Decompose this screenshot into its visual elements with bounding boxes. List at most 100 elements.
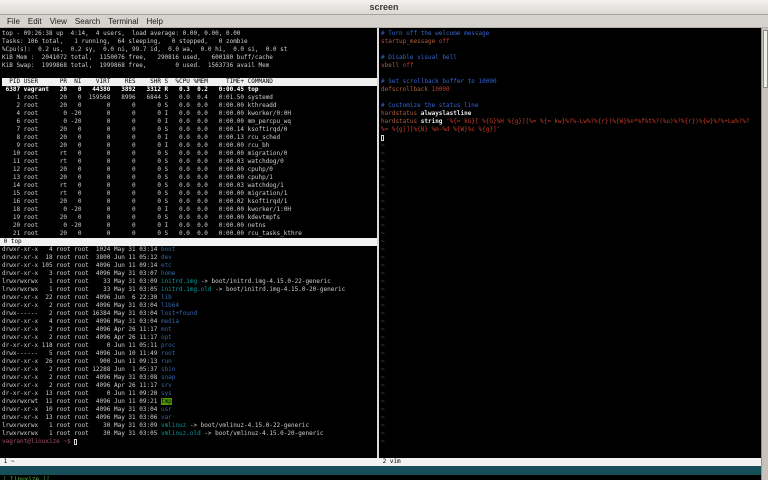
term-line: hardstatus string '%{= kG}[ %{G}%H %{g}]… <box>381 118 761 126</box>
term-line: 21 root 20 0 0 0 0 S 0.0 0.0 0:00.00 rcu… <box>2 230 377 238</box>
term-line: 10 root rt 0 0 0 0 S 0.0 0.0 0:00.00 mig… <box>2 150 377 158</box>
term-line: 2 root 20 0 0 0 0 S 0.0 0.0 0:00.00 kthr… <box>2 102 377 110</box>
term-line: drwx------ 2 root root 16384 May 31 03:0… <box>2 310 377 318</box>
term-line: 4 root 0 -20 0 0 0 I 0.0 0.0 0:00.00 kwo… <box>2 110 377 118</box>
term-line: drwxrwxrwt 11 root root 4096 Jun 11 09:2… <box>2 398 377 406</box>
term-line: lrwxrwxrwx 1 root root 33 May 31 03:09 i… <box>2 278 377 286</box>
term-line: drwxr-xr-x 26 root root 900 Jun 11 09:13… <box>2 358 377 366</box>
term-line: drwxr-xr-x 4 root root 1024 May 31 03:14… <box>2 246 377 254</box>
term-line: drwxr-xr-x 2 root root 4096 Apr 26 11:17… <box>2 382 377 390</box>
scrollbar[interactable] <box>761 28 768 480</box>
term-line: 1 root 20 0 159568 8996 6844 S 0.0 0.4 0… <box>2 94 377 102</box>
term-line: dr-xr-xr-x 118 root root 0 Jun 11 05:11 … <box>2 342 377 350</box>
term-line: ~ <box>381 350 761 358</box>
term-line: defscrollback 10000 <box>381 86 761 94</box>
term-line: drwxr-xr-x 105 root root 4096 Jun 11 09:… <box>2 262 377 270</box>
term-line: ~ <box>381 270 761 278</box>
term-line: KiB Mem : 2041072 total, 1150076 free, 2… <box>2 54 377 62</box>
menu-item-file[interactable]: File <box>3 15 24 28</box>
term-line: ~ <box>381 342 761 350</box>
pane-top-command[interactable]: top - 09:26:38 up 4:14, 4 users, load av… <box>2 30 377 238</box>
pane-shell[interactable]: drwxr-xr-x 4 root root 1024 May 31 03:14… <box>2 246 377 456</box>
term-line: 6 root 0 -20 0 0 0 I 0.0 0.0 0:00.00 mm_… <box>2 118 377 126</box>
term-line: ~ <box>381 206 761 214</box>
split-divider <box>377 28 379 458</box>
term-line: # Customize the status line <box>381 102 761 110</box>
term-line: drwxr-xr-x 2 root root 4096 Apr 26 11:17… <box>2 334 377 342</box>
term-line: ~ <box>381 158 761 166</box>
term-line: lrwxrwxrwx 1 root root 33 May 31 03:05 i… <box>2 286 377 294</box>
term-line: ~ <box>381 142 761 150</box>
term-line: ~ <box>381 278 761 286</box>
term-line: # Disable visual bell <box>381 54 761 62</box>
pane-vim[interactable]: # Turn off the welcome messagestartup_me… <box>381 30 761 456</box>
term-line: drwxr-xr-x 13 root root 4096 May 31 03:0… <box>2 414 377 422</box>
term-line: ~ <box>381 286 761 294</box>
term-line: dr-xr-xr-x 13 root root 0 Jun 11 09:20 s… <box>2 390 377 398</box>
term-line: ~ <box>381 294 761 302</box>
top-process-table: 6387 vagrant 20 0 44380 3892 3312 R 0.3 … <box>2 86 377 238</box>
term-line: 18 root 0 -20 0 0 0 I 0.0 0.0 0:00.00 kw… <box>2 206 377 214</box>
term-line: ~ <box>381 430 761 438</box>
screen-status-bar: [ linuxize ][ 0$ top 1$ ~ (2*$vim) ][ 06… <box>0 466 761 475</box>
term-line: drwxr-xr-x 22 root root 4096 Jun 6 22:30… <box>2 294 377 302</box>
menu-bar: FileEditViewSearchTerminalHelp <box>0 15 768 28</box>
term-line: ~ <box>381 422 761 430</box>
term-line: ~ <box>381 214 761 222</box>
term-line: ~ <box>381 150 761 158</box>
term-line: drwxr-xr-x 3 root root 4096 May 31 03:07… <box>2 270 377 278</box>
term-line: ~ <box>381 398 761 406</box>
term-line: 11 root rt 0 0 0 0 S 0.0 0.0 0:00.03 wat… <box>2 158 377 166</box>
term-line: Tasks: 106 total, 1 running, 64 sleeping… <box>2 38 377 46</box>
menu-item-edit[interactable]: Edit <box>24 15 46 28</box>
term-line: ~ <box>381 262 761 270</box>
term-line: drwxr-xr-x 18 root root 3800 Jun 11 05:1… <box>2 254 377 262</box>
term-line: ~ <box>381 406 761 414</box>
term-line <box>381 94 761 102</box>
menu-item-view[interactable]: View <box>46 15 71 28</box>
term-line: # Set scrollback buffer to 10000 <box>381 78 761 86</box>
ls-output: drwxr-xr-x 4 root root 1024 May 31 03:14… <box>2 246 377 446</box>
term-line: ~ <box>381 382 761 390</box>
term-line: ~ <box>381 366 761 374</box>
term-line: vagrant@linuxize ~$ <box>2 438 377 446</box>
term-line: 6387 vagrant 20 0 44380 3892 3312 R 0.3 … <box>2 86 377 94</box>
term-line: 13 root 20 0 0 0 0 S 0.0 0.0 0:00.00 cpu… <box>2 174 377 182</box>
term-line: 12 root 20 0 0 0 0 S 0.0 0.0 0:00.00 cpu… <box>2 166 377 174</box>
term-line: lrwxrwxrwx 1 root root 30 May 31 03:05 v… <box>2 430 377 438</box>
term-line: ~ <box>381 414 761 422</box>
top-summary: top - 09:26:38 up 4:14, 4 users, load av… <box>2 30 377 70</box>
screen-caption-window0: 0 top <box>0 238 379 246</box>
term-line: drwxr-xr-x 2 root root 12288 Jun 1 05:37… <box>2 366 377 374</box>
scrollbar-thumb[interactable] <box>763 30 768 88</box>
term-line: ~ <box>381 230 761 238</box>
term-line: drwxr-xr-x 2 root root 4096 May 31 03:08… <box>2 374 377 382</box>
term-line: 16 root 20 0 0 0 0 S 0.0 0.0 0:00.02 kso… <box>2 198 377 206</box>
menu-item-help[interactable]: Help <box>142 15 166 28</box>
term-line: KiB Swap: 1999868 total, 1999868 free, 0… <box>2 62 377 70</box>
term-line <box>381 46 761 54</box>
term-line: lrwxrwxrwx 1 root root 30 May 31 03:09 v… <box>2 422 377 430</box>
term-line: drwx------ 5 root root 4096 Jun 10 11:49… <box>2 350 377 358</box>
term-line: ~ <box>381 358 761 366</box>
menu-item-search[interactable]: Search <box>71 15 104 28</box>
term-line: 20 root 0 -20 0 0 0 I 0.0 0.0 0:00.00 ne… <box>2 222 377 230</box>
term-line: ~ <box>381 222 761 230</box>
menu-item-terminal[interactable]: Terminal <box>104 15 142 28</box>
term-line: 15 root rt 0 0 0 0 S 0.0 0.0 0:00.00 mig… <box>2 190 377 198</box>
term-line: drwxr-xr-x 2 root root 4096 Apr 26 11:17… <box>2 326 377 334</box>
screen-caption-window1: 1 ~ <box>0 458 379 466</box>
term-line: 14 root rt 0 0 0 0 S 0.0 0.0 0:00.03 wat… <box>2 182 377 190</box>
term-line: %= %{g}][%{B} %m-%d %{W}%c %{g}]' <box>381 126 761 134</box>
status-host-segment: [ linuxize ][ <box>3 475 50 480</box>
term-line: ~ <box>381 318 761 326</box>
terminal-area[interactable]: top - 09:26:38 up 4:14, 4 users, load av… <box>0 28 768 480</box>
term-line: ~ <box>381 326 761 334</box>
term-line: drwxr-xr-x 4 root root 4096 May 31 03:04… <box>2 318 377 326</box>
term-line: ~ <box>381 238 761 246</box>
title-bar: screen <box>0 0 768 15</box>
vim-empty-lines: ~~~~~~~~~~~~~~~~~~~~~~~~~~~~~~~~~~~~~~ <box>381 142 761 446</box>
term-line: ~ <box>381 390 761 398</box>
term-line: 7 root 20 0 0 0 0 S 0.0 0.0 0:00.14 ksof… <box>2 126 377 134</box>
top-table-header: PID USER PR NI VIRT RES SHR S %CPU %MEM … <box>2 78 377 86</box>
